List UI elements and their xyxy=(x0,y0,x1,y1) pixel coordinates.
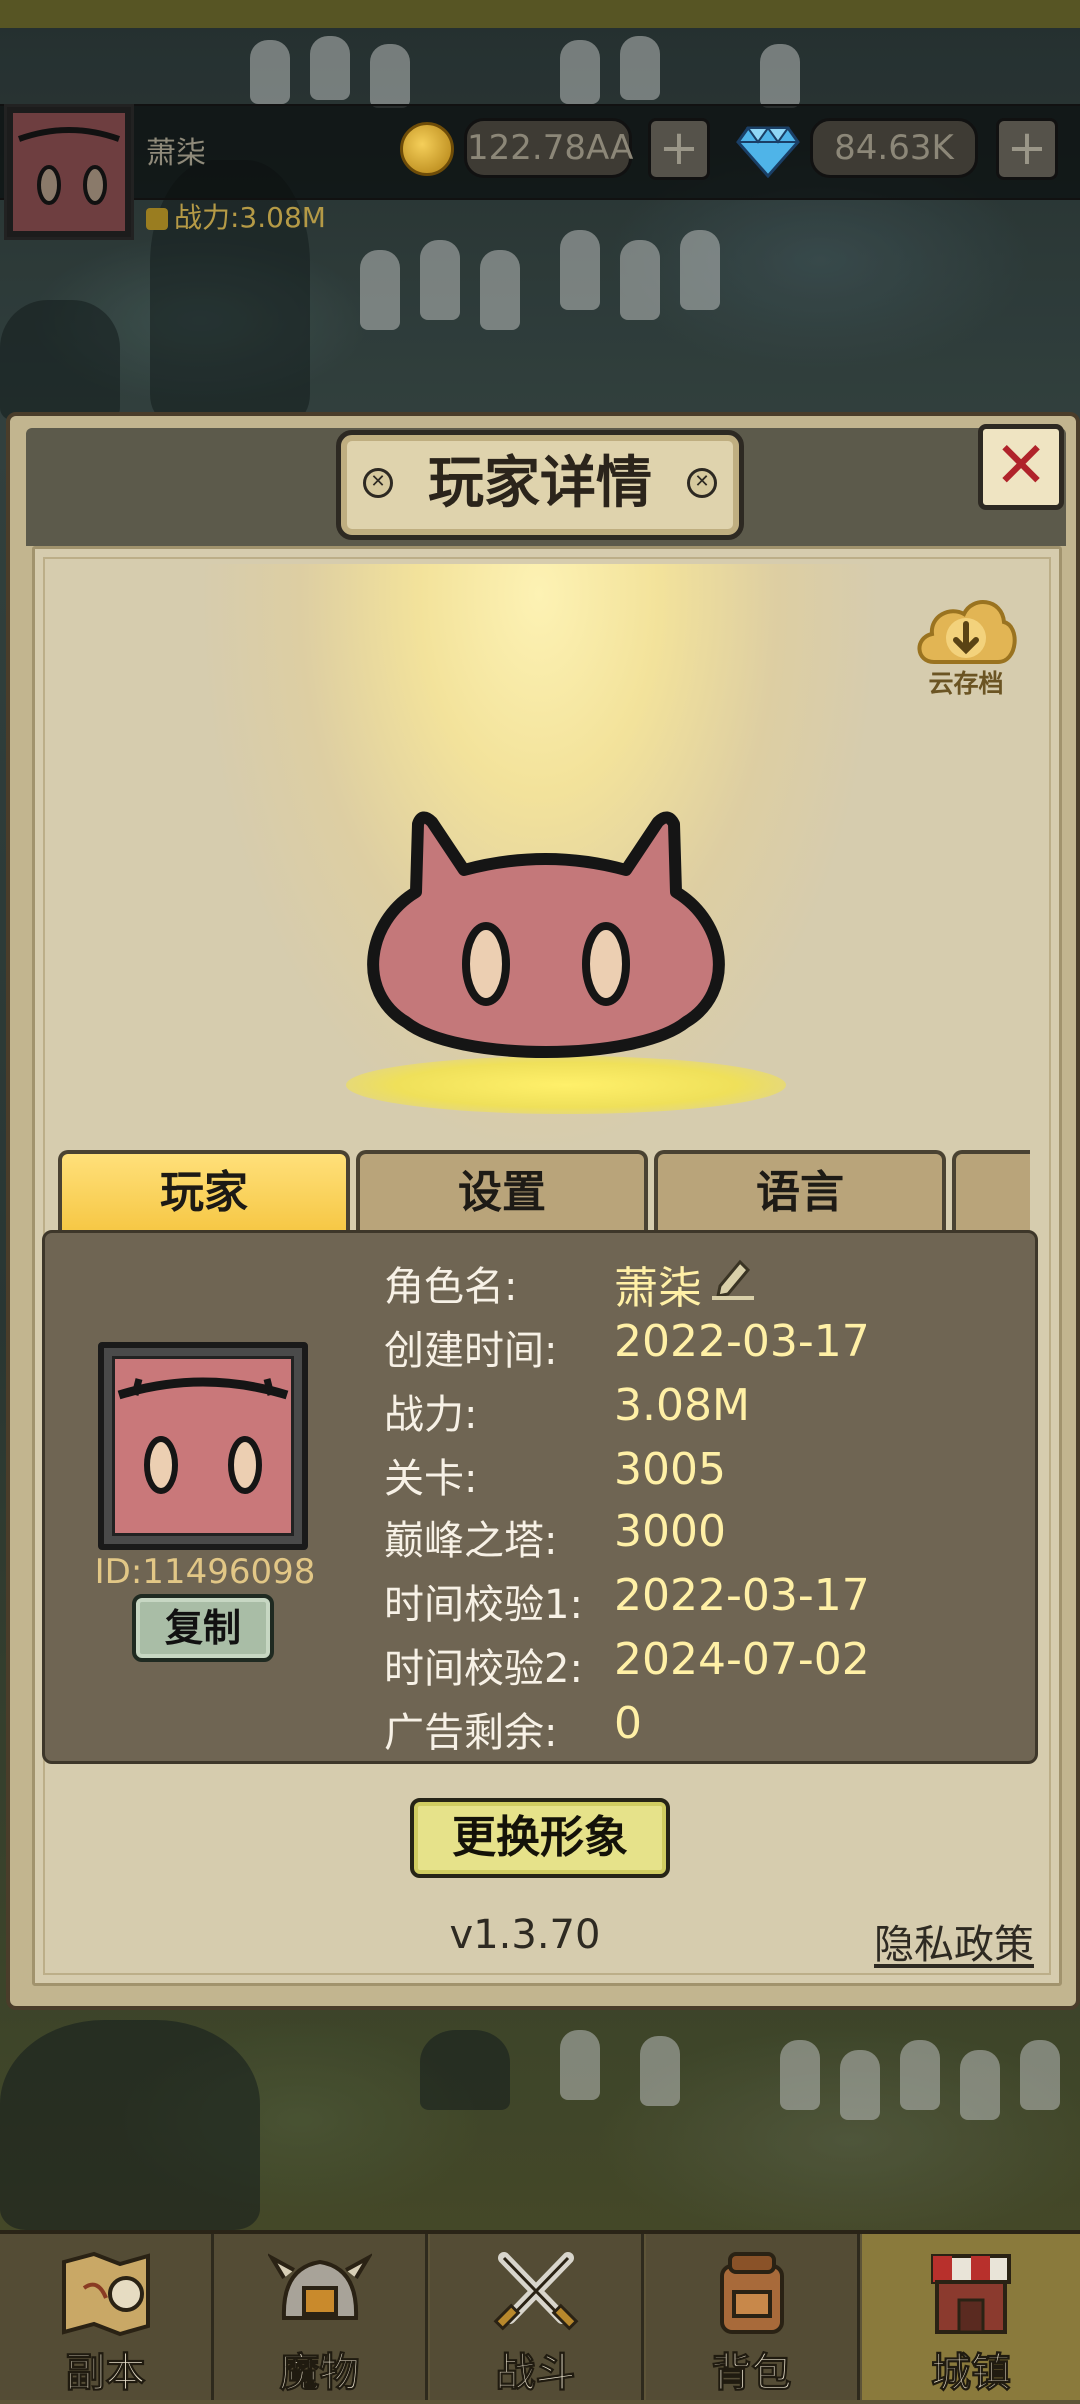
slime-portrait-icon xyxy=(117,1377,289,1494)
top-status-strip xyxy=(0,0,1080,28)
tab-player[interactable]: 玩家 xyxy=(58,1150,350,1232)
version-label: v1.3.70 xyxy=(449,1912,601,1958)
privacy-policy-link[interactable]: 隐私政策 xyxy=(874,1912,1034,1970)
nav-monsters[interactable]: 魔物 xyxy=(214,2234,428,2400)
add-gold-button[interactable]: + xyxy=(648,118,710,180)
nav-battle[interactable]: 战斗 xyxy=(430,2234,644,2400)
nav-label-monsters: 魔物 xyxy=(279,2350,360,2397)
screw-icon: ✕ xyxy=(687,468,717,498)
dialog-title: 玩家详情 xyxy=(428,451,652,516)
player-id: ID:11496098 xyxy=(94,1552,316,1592)
value-time-check-1: 2022-03-17 xyxy=(614,1570,870,1621)
map-icon xyxy=(61,2251,150,2337)
dialog-title-plate: ✕ 玩家详情 ✕ xyxy=(336,430,744,540)
value-character-name: 萧柒 xyxy=(614,1263,702,1314)
tab-more[interactable]: 联 xyxy=(952,1150,1030,1232)
slime-character xyxy=(367,811,725,1058)
label-time-check-1: 时间校验1: xyxy=(384,1582,583,1628)
nav-label-backpack: 背包 xyxy=(711,2350,792,2397)
monster-helmet-icon xyxy=(267,2253,372,2320)
tab-bar: 玩家 设置 语言 联 xyxy=(50,1150,1030,1232)
slime-avatar-icon xyxy=(13,113,125,231)
hud-power: 战力:3.08M xyxy=(146,196,326,236)
nav-backpack[interactable]: 背包 xyxy=(646,2234,860,2400)
label-time-check-2: 时间校验2: xyxy=(384,1646,583,1692)
player-avatar-frame xyxy=(98,1342,308,1550)
tab-language[interactable]: 语言 xyxy=(654,1150,946,1232)
label-character-name: 角色名: xyxy=(384,1264,518,1310)
label-power: 战力: xyxy=(384,1392,478,1438)
value-peak-tower: 3000 xyxy=(614,1506,726,1557)
diamond-icon xyxy=(736,126,800,178)
nav-label-dungeon: 副本 xyxy=(65,2350,146,2397)
gem-amount: 84.63K xyxy=(810,118,978,178)
value-stage: 3005 xyxy=(614,1444,726,1495)
nav-label-battle: 战斗 xyxy=(495,2350,576,2397)
value-power: 3.08M xyxy=(614,1380,750,1431)
label-stage: 关卡: xyxy=(384,1456,478,1502)
avatar-stage xyxy=(36,564,1042,1144)
nav-town[interactable]: 城镇 xyxy=(862,2234,1080,2400)
add-gem-button[interactable]: + xyxy=(996,118,1058,180)
hud-player-name: 萧柒 xyxy=(146,136,206,171)
tab-settings[interactable]: 设置 xyxy=(356,1150,648,1232)
power-icon xyxy=(146,208,168,230)
nav-label-town: 城镇 xyxy=(931,2350,1012,2397)
value-created-time: 2022-03-17 xyxy=(614,1316,870,1367)
label-ads-remaining: 广告剩余: xyxy=(384,1710,558,1756)
backpack-icon xyxy=(719,2252,784,2334)
label-created-time: 创建时间: xyxy=(384,1328,558,1374)
gold-coin-icon xyxy=(400,122,454,176)
label-peak-tower: 巅峰之塔: xyxy=(384,1518,558,1564)
copy-id-button[interactable]: 复制 xyxy=(132,1594,274,1662)
nav-dungeon[interactable]: 副本 xyxy=(0,2234,214,2400)
close-button[interactable]: ✕ xyxy=(978,424,1064,510)
hud-power-text: 战力:3.08M xyxy=(174,201,326,234)
value-time-check-2: 2024-07-02 xyxy=(614,1634,870,1685)
value-ads-remaining: 0 xyxy=(614,1698,642,1749)
town-shop-icon xyxy=(931,2254,1011,2334)
crossed-swords-icon xyxy=(493,2252,578,2331)
gold-amount: 122.78AA xyxy=(464,118,633,178)
cloud-save-label: 云存档 xyxy=(928,669,1004,698)
edit-name-icon[interactable] xyxy=(710,1254,756,1300)
change-avatar-button[interactable]: 更换形象 xyxy=(410,1798,670,1878)
hud-player-avatar[interactable] xyxy=(4,104,134,240)
